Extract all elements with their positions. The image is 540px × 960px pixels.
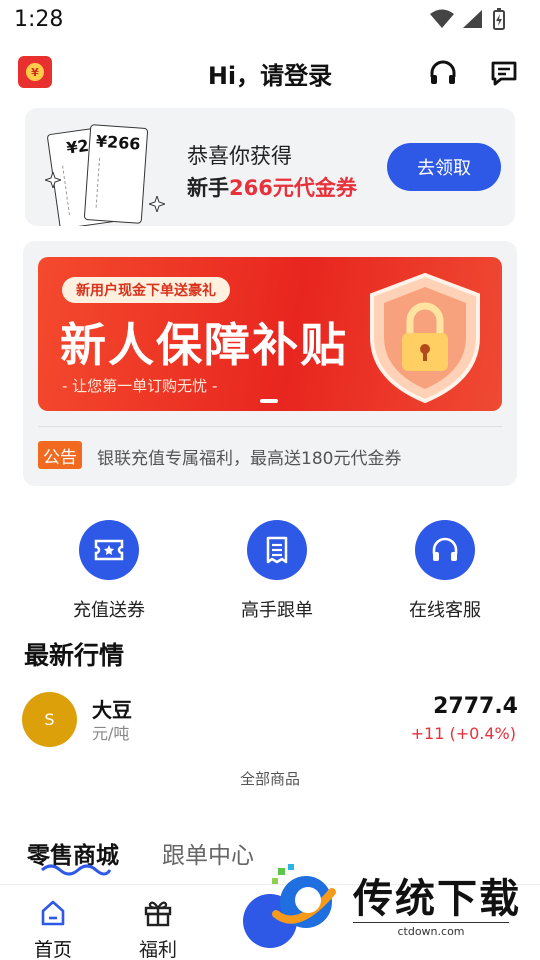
banner-subline: - 让您第一单订购无忧 - [62, 377, 218, 395]
commodity-unit: 元/吨 [92, 724, 130, 743]
coupon-highlight: 266元代金券 [229, 176, 357, 200]
banner-headline: 新人保障补贴 [60, 318, 348, 372]
sparkle-icon [149, 196, 165, 212]
home-icon [41, 900, 65, 926]
coupon-ticket-front: ¥266 [83, 124, 149, 224]
notice-tag: 公告 [38, 441, 82, 469]
nav-label: 福利 [138, 939, 177, 960]
wifi-icon [430, 9, 454, 28]
login-title[interactable]: Hi，请登录 [0, 56, 540, 91]
coupon-illustration: ¥2 ¥266 [45, 122, 167, 226]
carousel-indicator[interactable] [260, 399, 278, 403]
headset-icon[interactable] [428, 58, 458, 88]
shield-lock-icon [370, 272, 480, 404]
commodity-name: 大豆 [92, 698, 132, 722]
headset-icon [415, 520, 475, 580]
divider [38, 426, 502, 427]
watermark-text: 传统下载 [353, 876, 521, 922]
nav-label: 首页 [33, 939, 72, 960]
nav-welfare[interactable]: 福利 [128, 899, 188, 960]
quick-action-support[interactable]: 在线客服 [365, 520, 525, 622]
tab-copy-center[interactable]: 跟单中心 [162, 836, 254, 870]
quick-action-recharge[interactable]: 充值送券 [29, 520, 189, 622]
claim-coupon-button[interactable]: 去领取 [387, 143, 501, 191]
commodity-price: 2777.4 [433, 694, 518, 719]
status-time: 1:28 [14, 6, 64, 32]
coupon-congrats-text: 恭喜你获得 [187, 144, 292, 168]
quick-action-label: 充值送券 [73, 600, 145, 621]
watermark-url: ctdown.com [353, 922, 509, 938]
sparkle-icon [45, 172, 61, 188]
market-section-title: 最新行情 [24, 641, 125, 670]
app-header: ¥ Hi，请登录 [0, 48, 540, 96]
signal-icon [463, 10, 482, 28]
battery-icon [493, 8, 505, 30]
nav-home[interactable]: 首页 [23, 899, 83, 960]
coupon-amount-text: 新手266元代金券 [187, 172, 357, 202]
commodity-avatar: S [22, 692, 77, 747]
quick-action-copy-trade[interactable]: 高手跟单 [197, 520, 357, 622]
status-bar: 1:28 [0, 0, 540, 38]
market-item-soybean[interactable]: S 大豆 元/吨 2777.4 +11 (+0.4%) [22, 690, 518, 750]
watermark: 传统下载 ctdown.com [268, 862, 540, 940]
watermark-logo-icon [272, 864, 336, 928]
gift-icon [144, 901, 172, 927]
receipt-icon [247, 520, 307, 580]
active-tab-indicator [41, 864, 112, 876]
all-goods-link[interactable]: 全部商品 [0, 768, 540, 789]
ticket-front-amount: ¥266 [95, 131, 142, 154]
status-icons [430, 8, 506, 30]
commodity-change: +11 (+0.4%) [410, 724, 516, 743]
banner-tag: 新用户现金下单送豪礼 [62, 277, 230, 303]
notice-text[interactable]: 银联充值专属福利，最高送180元代金券 [97, 444, 401, 469]
promo-banner[interactable]: 新用户现金下单送豪礼 新人保障补贴 - 让您第一单订购无忧 - [38, 257, 502, 411]
quick-action-label: 在线客服 [409, 600, 481, 621]
message-icon[interactable] [489, 58, 519, 88]
quick-action-label: 高手跟单 [241, 600, 313, 621]
coupon-prefix: 新手 [187, 176, 229, 200]
ticket-icon [79, 520, 139, 580]
